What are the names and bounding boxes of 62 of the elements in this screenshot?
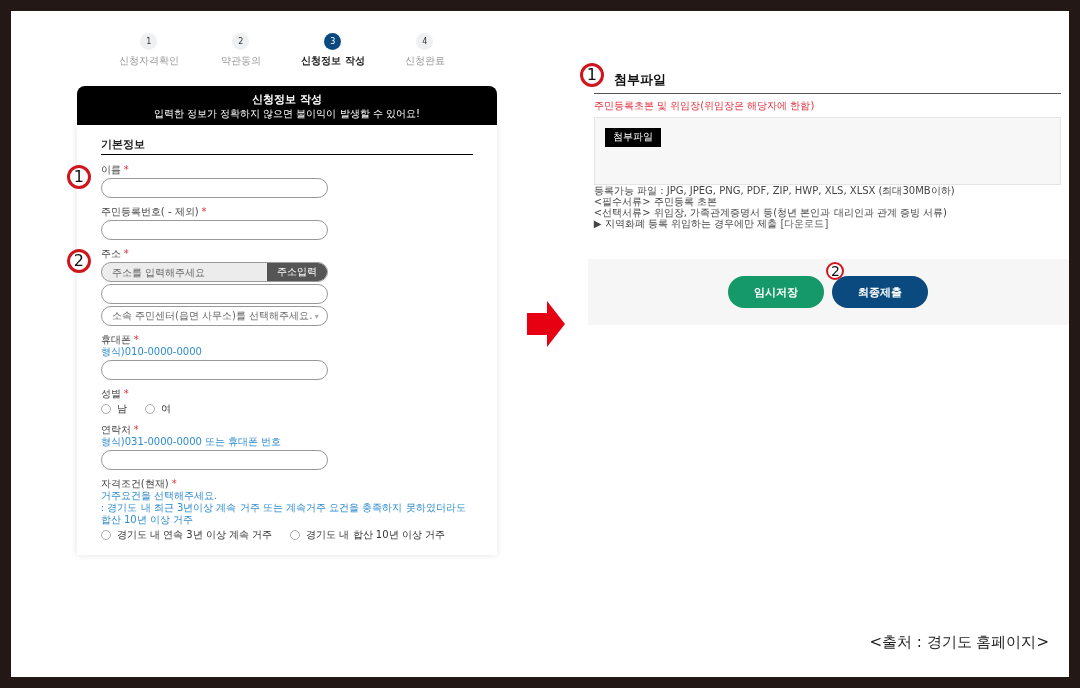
- address-search-button[interactable]: 주소입력: [266, 263, 327, 281]
- step-label: 신청자격확인: [118, 54, 179, 68]
- field-label: 성별: [100, 387, 121, 400]
- field-label: 자격조건(현재): [100, 477, 169, 490]
- required-mark: *: [171, 477, 177, 490]
- radio-button[interactable]: [144, 404, 155, 414]
- field-label: 이름: [100, 163, 121, 176]
- number-marker: 1: [579, 63, 604, 87]
- download-link[interactable]: [다운로드]: [780, 218, 829, 229]
- hint-text: : 경기도 내 최근 3년이상 계속 거주 또는 계속거주 요건을 충족하지 못하였더라도 합산 10년 이상 거주: [100, 502, 467, 526]
- caption-text: <출처 : 경기도 홈페이지>: [869, 633, 1049, 652]
- required-mark: *: [201, 205, 207, 218]
- number-marker: 1: [66, 165, 91, 189]
- field-label: 주민등록번호( - 제외): [100, 205, 199, 218]
- step-number[interactable]: 4: [416, 33, 434, 50]
- requirement-text: 주민등록초본 및 위임장(위임장은 해당자에 한함): [593, 99, 816, 113]
- arrow-icon: [527, 301, 566, 347]
- required-mark: *: [133, 423, 139, 436]
- caret-icon: ▾: [314, 311, 319, 321]
- step-label: 신청완료: [404, 54, 445, 68]
- step-number[interactable]: 3: [324, 33, 342, 50]
- step-label: 약관동의: [220, 54, 261, 68]
- hint-text: 형식)010-0000-0000: [100, 346, 203, 358]
- step-number[interactable]: 1: [140, 33, 158, 50]
- note-text: <필수서류> 주민등록 초본: [593, 196, 718, 207]
- radio-label: 경기도 내 합산 10년 이상 거주: [306, 528, 445, 542]
- input-field[interactable]: [100, 360, 328, 380]
- number-marker: 2: [66, 249, 91, 273]
- note-text: 등록가능 파일 : JPG, JPEG, PNG, PDF, ZIP, HWP, XLS, XLSX (최대30MB이하): [593, 185, 956, 196]
- note-text: ▶ 지역화폐 등록 위임하는 경우에만 제출 [다운로드]: [593, 218, 830, 229]
- upload-area[interactable]: 첨부파일: [593, 117, 1061, 185]
- required-mark: *: [123, 163, 129, 176]
- radio-button[interactable]: [100, 530, 111, 540]
- step-label: 신청정보 작성: [301, 54, 365, 68]
- radio-label: 남: [116, 402, 127, 416]
- submit-button[interactable]: 최종제출: [832, 276, 929, 308]
- field-label: 연락처: [100, 423, 131, 436]
- input-field[interactable]: [100, 450, 328, 470]
- number-marker: 2: [826, 262, 845, 280]
- required-mark: *: [123, 247, 129, 260]
- required-mark: *: [133, 333, 139, 346]
- section-title: 기본정보: [100, 139, 473, 155]
- address-field[interactable]: 주소를 입력해주세요 주소입력: [100, 262, 328, 282]
- radio-label: 여: [160, 402, 171, 416]
- step-number[interactable]: 2: [232, 33, 250, 50]
- form-title: 신청정보 작성: [250, 92, 323, 107]
- field-label: 휴대폰: [100, 333, 131, 346]
- field-label: 주소: [100, 247, 121, 260]
- hint-text: 형식)031-0000-0000 또는 휴대폰 번호: [100, 436, 283, 448]
- input-field[interactable]: [100, 220, 328, 240]
- hint-text: 거주요건을 선택해주세요.: [100, 490, 219, 502]
- attach-file-button[interactable]: 첨부파일: [604, 128, 661, 147]
- save-draft-button[interactable]: 임시저장: [728, 276, 825, 308]
- input-field[interactable]: [100, 284, 328, 304]
- note-text: <선택서류> 위임장, 가족관계증명서 등(청년 본인과 대리인과 관계 증빙 서류): [593, 207, 948, 218]
- form-subtitle: 입력한 정보가 정확하지 않으면 불이익이 발생할 수 있어요!: [152, 107, 421, 121]
- radio-label: 경기도 내 연속 3년 이상 계속 거주: [116, 528, 273, 542]
- section-title: 첨부파일: [613, 72, 666, 87]
- required-mark: *: [123, 387, 129, 400]
- input-field[interactable]: [100, 178, 328, 198]
- radio-button[interactable]: [100, 404, 111, 414]
- radio-button[interactable]: [290, 530, 301, 540]
